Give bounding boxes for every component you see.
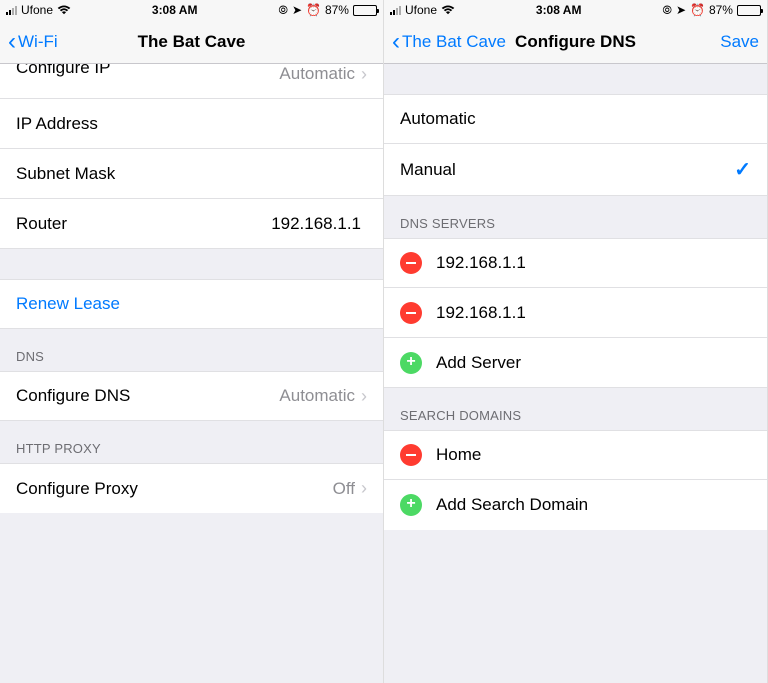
cell-label: Automatic bbox=[400, 109, 751, 129]
carrier-label: Ufone bbox=[405, 3, 437, 17]
alarm-icon: ⏰ bbox=[690, 3, 705, 17]
carrier-label: Ufone bbox=[21, 3, 53, 17]
configure-dns-row[interactable]: Configure DNS Automatic › bbox=[0, 371, 383, 421]
cellular-signal-icon bbox=[390, 6, 401, 15]
cell-label: Add Server bbox=[436, 353, 751, 373]
chevron-left-icon: ‹ bbox=[8, 30, 16, 54]
add-search-domain-row[interactable]: + Add Search Domain bbox=[384, 480, 767, 530]
battery-percent-label: 87% bbox=[709, 3, 733, 17]
cell-value: Automatic bbox=[279, 386, 355, 406]
back-label: Wi-Fi bbox=[18, 32, 58, 52]
renew-lease-button[interactable]: Renew Lease bbox=[0, 279, 383, 329]
search-domain-row[interactable]: Home bbox=[384, 430, 767, 480]
battery-icon bbox=[353, 5, 377, 16]
nav-bar: ‹ Wi-Fi The Bat Cave bbox=[0, 20, 383, 64]
cell-label: Configure DNS bbox=[16, 386, 279, 406]
cell-value: Off bbox=[333, 479, 355, 499]
checkmark-icon: ✓ bbox=[734, 157, 751, 182]
save-button[interactable]: Save bbox=[709, 32, 759, 52]
cell-label: Subnet Mask bbox=[16, 164, 367, 184]
cell-value: Automatic bbox=[279, 64, 355, 84]
remove-icon[interactable] bbox=[400, 444, 422, 466]
chevron-right-icon: › bbox=[361, 386, 367, 407]
dns-section-header: DNS bbox=[0, 329, 383, 371]
remove-icon[interactable] bbox=[400, 302, 422, 324]
configure-dns-screen: Ufone 3:08 AM ⦾ ➤ ⏰ 87% ‹ The Bat Cave C… bbox=[384, 0, 768, 683]
wifi-detail-screen: Ufone 3:08 AM ⦾ ➤ ⏰ 87% ‹ Wi-Fi The Bat … bbox=[0, 0, 384, 683]
chevron-left-icon: ‹ bbox=[392, 30, 400, 54]
wifi-icon bbox=[441, 5, 455, 15]
chevron-right-icon: › bbox=[361, 64, 367, 85]
status-bar: Ufone 3:08 AM ⦾ ➤ ⏰ 87% bbox=[0, 0, 383, 20]
battery-percent-label: 87% bbox=[325, 3, 349, 17]
automatic-option-row[interactable]: Automatic bbox=[384, 94, 767, 144]
cell-label: Router bbox=[16, 214, 271, 234]
cellular-signal-icon bbox=[6, 6, 17, 15]
dns-server-row[interactable]: 192.168.1.1 bbox=[384, 238, 767, 288]
configure-ip-row[interactable]: Configure IP Automatic › bbox=[0, 64, 383, 99]
dns-server-row[interactable]: 192.168.1.1 bbox=[384, 288, 767, 338]
back-button[interactable]: ‹ The Bat Cave bbox=[392, 30, 506, 54]
dns-server-value: 192.168.1.1 bbox=[436, 303, 751, 323]
manual-option-row[interactable]: Manual ✓ bbox=[384, 144, 767, 196]
ip-address-row: IP Address bbox=[0, 99, 383, 149]
dns-server-value: 192.168.1.1 bbox=[436, 253, 751, 273]
clock-label: 3:08 AM bbox=[536, 3, 582, 17]
search-domain-value: Home bbox=[436, 445, 751, 465]
configure-proxy-row[interactable]: Configure Proxy Off › bbox=[0, 463, 383, 513]
cell-label: Add Search Domain bbox=[436, 495, 751, 515]
router-row: Router 192.168.1.1 bbox=[0, 199, 383, 249]
dns-config-list: Automatic Manual ✓ DNS SERVERS 192.168.1… bbox=[384, 64, 767, 683]
back-label: The Bat Cave bbox=[402, 32, 506, 52]
status-bar: Ufone 3:08 AM ⦾ ➤ ⏰ 87% bbox=[384, 0, 767, 20]
cell-value: 192.168.1.1 bbox=[271, 214, 361, 234]
cell-label: IP Address bbox=[16, 114, 367, 134]
dns-servers-header: DNS SERVERS bbox=[384, 196, 767, 238]
add-icon[interactable]: + bbox=[400, 352, 422, 374]
lock-icon: ⦾ bbox=[278, 3, 288, 18]
back-button[interactable]: ‹ Wi-Fi bbox=[8, 30, 58, 54]
location-icon: ➤ bbox=[292, 3, 302, 17]
lock-icon: ⦾ bbox=[662, 3, 672, 18]
cell-label: Configure IP bbox=[16, 64, 279, 78]
battery-icon bbox=[737, 5, 761, 16]
subnet-mask-row: Subnet Mask bbox=[0, 149, 383, 199]
proxy-section-header: HTTP PROXY bbox=[0, 421, 383, 463]
remove-icon[interactable] bbox=[400, 252, 422, 274]
nav-bar: ‹ The Bat Cave Configure DNS Save bbox=[384, 20, 767, 64]
alarm-icon: ⏰ bbox=[306, 3, 321, 17]
add-icon[interactable]: + bbox=[400, 494, 422, 516]
cell-label: Renew Lease bbox=[16, 294, 367, 314]
cell-label: Configure Proxy bbox=[16, 479, 333, 499]
wifi-icon bbox=[57, 5, 71, 15]
clock-label: 3:08 AM bbox=[152, 3, 198, 17]
chevron-right-icon: › bbox=[361, 478, 367, 499]
settings-list: Configure IP Automatic › IP Address Subn… bbox=[0, 64, 383, 683]
cell-label: Manual bbox=[400, 160, 734, 180]
search-domains-header: SEARCH DOMAINS bbox=[384, 388, 767, 430]
add-server-row[interactable]: + Add Server bbox=[384, 338, 767, 388]
nav-title: The Bat Cave bbox=[138, 32, 246, 52]
nav-title: Configure DNS bbox=[515, 32, 636, 52]
location-icon: ➤ bbox=[676, 3, 686, 17]
